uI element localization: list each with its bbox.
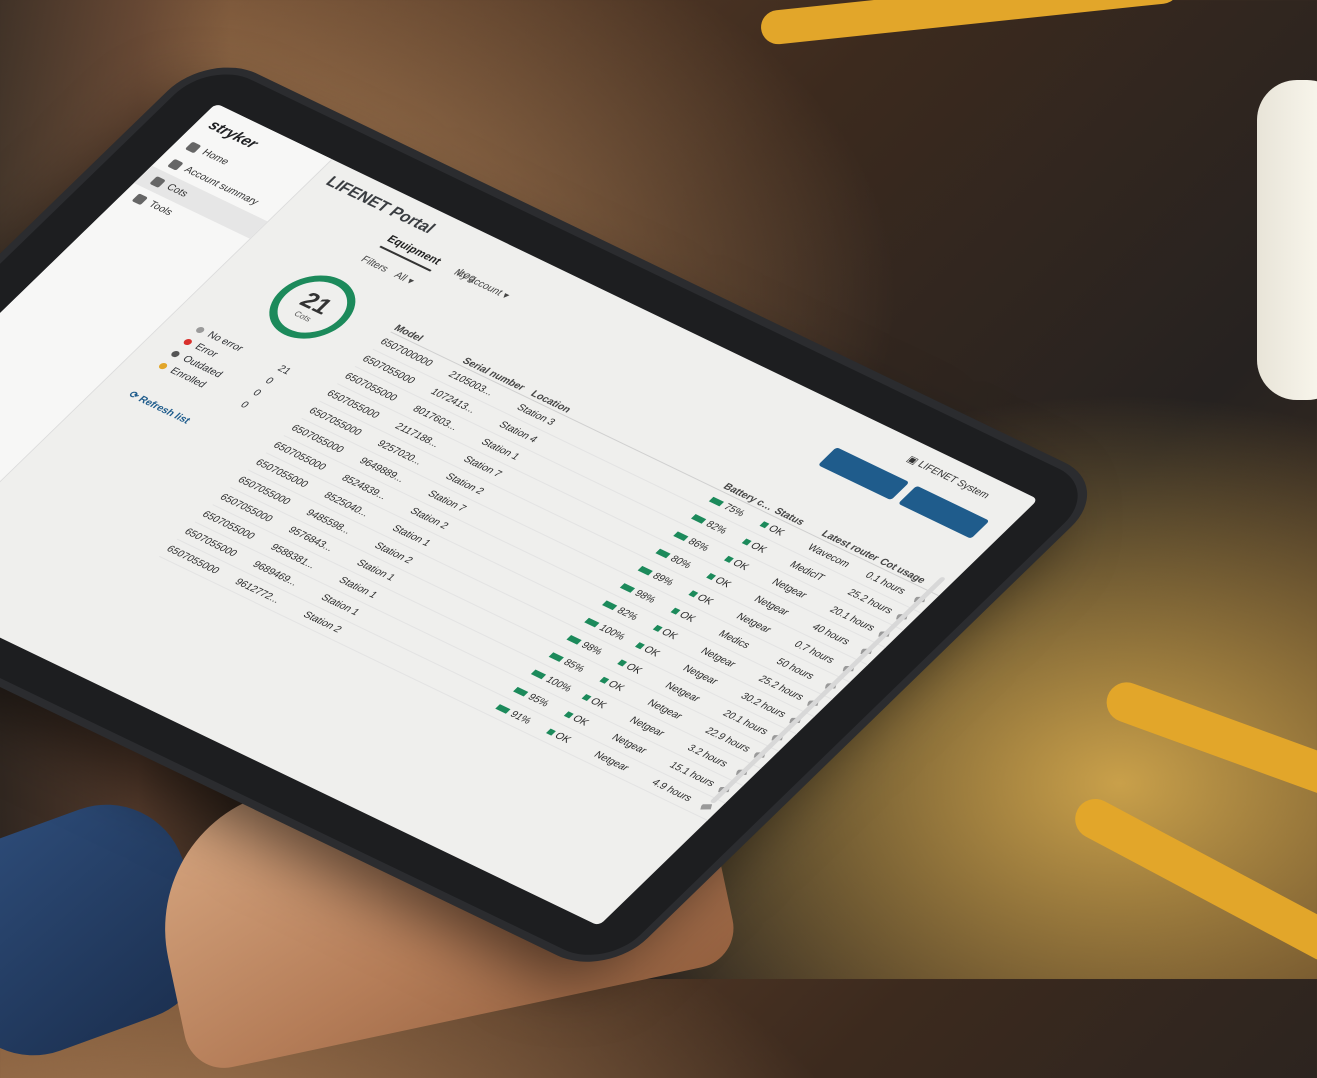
cell-text: OK [552,730,574,746]
battery-icon [708,496,725,507]
cell-text: OK [765,523,788,538]
cell-text: OK [641,644,663,659]
sidebar-item-label: Cots [163,182,191,200]
edit-icon [701,803,713,810]
status-dot-icon [169,349,182,358]
background-white-object [1257,80,1317,400]
cell-text: OK [605,678,627,694]
status-dot-icon [182,337,195,346]
status-count: 0 [250,387,264,399]
cot-icon [149,175,167,188]
status-dot-icon [194,325,207,334]
refresh-label: Refresh list [135,394,193,427]
battery-icon [566,634,582,645]
cell-text: OK [658,626,681,642]
battery-icon [530,669,547,680]
cell-text: OK [587,695,610,711]
filter-label: Filters [357,254,391,275]
cell-text: 98% [632,588,659,605]
cell-text: 80% [667,553,695,571]
status-dot-icon [157,361,170,370]
chevron-down-icon: ▾ [498,290,512,302]
battery-icon [673,531,689,541]
battery-icon [584,617,600,628]
battery-icon [548,652,565,662]
cell-text: 100% [596,622,628,642]
status-count: 0 [237,399,252,411]
battery-icon [691,513,707,524]
primary-action-button[interactable] [817,447,910,501]
battery-icon [655,548,671,559]
cot-frame-top [759,0,1181,46]
tools-icon [131,192,149,205]
battery-icon [637,565,654,576]
cell-text: 95% [525,691,552,709]
cot-frame-right [1100,676,1317,804]
cell-text: 86% [685,536,712,554]
battery-icon [619,583,636,593]
cell-text: 82% [703,519,730,536]
cell-text: OK [712,575,734,590]
cell-text: 85% [560,657,588,675]
cell-text: 98% [578,639,606,657]
battery-icon [495,704,511,714]
cell-text: 75% [721,501,748,519]
home-icon [185,141,202,153]
cell-text: OK [730,557,752,573]
cell-text: OK [747,540,770,555]
battery-icon [513,686,529,697]
cot-count-donut [269,275,356,339]
cell-text: OK [694,592,716,607]
cot-frame-bottom [1068,791,1317,969]
list-icon [167,158,185,171]
cell-text: 91% [507,709,534,726]
status-count: 21 [275,363,294,377]
battery-icon [602,600,618,610]
cell-text: 89% [649,570,677,588]
sidebar-item-label: Tools [145,199,176,218]
status-count: 0 [262,375,277,387]
cell-text: 82% [614,605,641,623]
filter-select[interactable]: All ▾ [391,270,416,286]
refresh-button[interactable]: ⟳ Refresh list [126,390,193,426]
cell-text: OK [569,713,592,728]
donut-ring [269,275,356,339]
cell-text: 100% [543,674,575,694]
cell-text: OK [676,609,699,625]
status-legend: No error 21 Error 0 Outdated 0 Enrolled 0 [154,322,293,410]
cell-text: OK [623,661,645,676]
filter-value: All [391,270,410,284]
